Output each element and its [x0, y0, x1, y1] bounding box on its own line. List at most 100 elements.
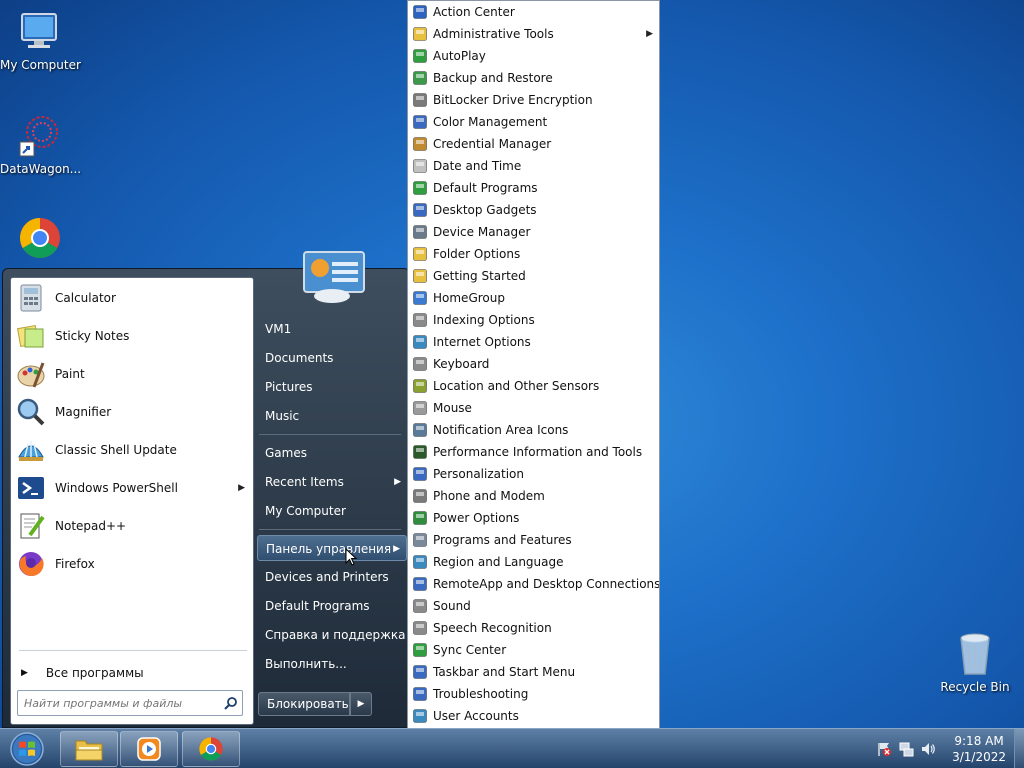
control-panel-item-label: Color Management — [433, 115, 548, 129]
clock-date: 3/1/2022 — [952, 750, 1006, 764]
clock[interactable]: 9:18 AM 3/1/2022 — [952, 733, 1006, 765]
start-link-recent-items[interactable]: Recent Items ▶ — [257, 469, 407, 495]
network-icon[interactable] — [898, 741, 914, 757]
start-link-label: Панель управления — [266, 542, 392, 556]
control-panel-item[interactable]: Desktop Gadgets — [408, 199, 659, 221]
show-desktop-button[interactable] — [1014, 729, 1024, 768]
all-programs-button[interactable]: ▶ Все программы — [21, 662, 247, 684]
taskbar-chrome-button[interactable] — [182, 731, 240, 767]
program-windows-powershell[interactable]: Windows PowerShell ▶ — [15, 470, 251, 506]
desktop-icon-recycle-bin[interactable]: Recycle Bin — [935, 630, 1015, 694]
program-classic-shell-update[interactable]: Classic Shell Update — [15, 432, 251, 468]
flag-icon — [413, 5, 427, 19]
control-panel-item[interactable]: Date and Time — [408, 155, 659, 177]
control-panel-item[interactable]: Notification Area Icons — [408, 419, 659, 441]
taskbar-icon — [413, 665, 427, 679]
start-button[interactable] — [4, 731, 50, 767]
start-link-help-support[interactable]: Справка и поддержка — [257, 622, 407, 648]
program-calculator[interactable]: Calculator — [15, 280, 251, 316]
program-sticky-notes[interactable]: Sticky Notes — [15, 318, 251, 354]
start-link-pictures[interactable]: Pictures — [257, 374, 407, 400]
troubleshooting-icon — [413, 687, 427, 701]
control-panel-item[interactable]: HomeGroup — [408, 287, 659, 309]
control-panel-item[interactable]: Action Center — [408, 1, 659, 23]
control-panel-item[interactable]: Speech Recognition — [408, 617, 659, 639]
user-picture[interactable] — [302, 250, 366, 306]
program-firefox[interactable]: Firefox — [15, 546, 251, 582]
control-panel-item[interactable]: RemoteApp and Desktop Connections — [408, 573, 659, 595]
control-panel-item[interactable]: Indexing Options — [408, 309, 659, 331]
desktop-icon-my-computer[interactable]: My Computer — [0, 8, 81, 72]
program-label: Magnifier — [55, 405, 112, 419]
control-panel-item[interactable]: Default Programs — [408, 177, 659, 199]
control-panel-item[interactable]: Troubleshooting — [408, 683, 659, 705]
clock-time: 9:18 AM — [954, 734, 1004, 748]
control-panel-item[interactable]: Taskbar and Start Menu — [408, 661, 659, 683]
control-panel-item[interactable]: Backup and Restore — [408, 67, 659, 89]
control-panel-item[interactable]: Administrative Tools ▶ — [408, 23, 659, 45]
clock-icon — [413, 159, 427, 173]
start-link-default-programs[interactable]: Default Programs — [257, 593, 407, 619]
control-panel-item[interactable]: Color Management — [408, 111, 659, 133]
control-panel-item[interactable]: Performance Information and Tools — [408, 441, 659, 463]
program-label: Calculator — [55, 291, 116, 305]
control-panel-item-label: Speech Recognition — [433, 621, 552, 635]
start-link-devices-printers[interactable]: Devices and Printers — [257, 564, 407, 590]
start-link-run[interactable]: Выполнить... — [257, 651, 407, 677]
gadgets-icon — [413, 203, 427, 217]
program-paint[interactable]: Paint — [15, 356, 251, 392]
volume-icon[interactable] — [920, 741, 936, 757]
lock-button[interactable]: Блокировать — [258, 692, 350, 716]
system-tray: 9:18 AM 3/1/2022 — [876, 729, 1016, 768]
all-programs-label: Все программы — [45, 666, 144, 680]
control-panel-item[interactable]: Folder Options — [408, 243, 659, 265]
control-panel-item[interactable]: Sound — [408, 595, 659, 617]
control-panel-item[interactable]: Personalization — [408, 463, 659, 485]
start-link-my-computer[interactable]: My Computer — [257, 498, 407, 524]
sticky-notes-icon — [16, 324, 44, 348]
start-link-control-panel[interactable]: Панель управления ▶ — [257, 535, 407, 561]
program-notepadpp[interactable]: Notepad++ — [15, 508, 251, 544]
search-input[interactable] — [18, 692, 220, 714]
program-magnifier[interactable]: Magnifier — [15, 394, 251, 430]
control-panel-item[interactable]: Power Options — [408, 507, 659, 529]
calculator-icon — [20, 284, 42, 312]
program-label: Notepad++ — [55, 519, 127, 533]
control-panel-item[interactable]: BitLocker Drive Encryption — [408, 89, 659, 111]
control-panel-item[interactable]: Credential Manager — [408, 133, 659, 155]
control-panel-item[interactable]: Sync Center — [408, 639, 659, 661]
control-panel-item-label: Sound — [433, 599, 471, 613]
start-link-documents[interactable]: Documents — [257, 345, 407, 371]
control-panel-item[interactable]: Getting Started — [408, 265, 659, 287]
taskbar-explorer-button[interactable] — [60, 731, 118, 767]
start-link-label: Games — [265, 446, 307, 460]
control-panel-item[interactable]: Internet Options — [408, 331, 659, 353]
control-panel-item-label: Troubleshooting — [433, 687, 529, 701]
programs-features-icon — [413, 533, 427, 547]
control-panel-item-label: AutoPlay — [433, 49, 486, 63]
control-panel-item[interactable]: Device Manager — [408, 221, 659, 243]
control-panel-item[interactable]: Programs and Features — [408, 529, 659, 551]
control-panel-item[interactable]: Region and Language — [408, 551, 659, 573]
mouse-cursor-icon — [345, 548, 357, 566]
start-link-music[interactable]: Music — [257, 403, 407, 429]
control-panel-item[interactable]: Phone and Modem — [408, 485, 659, 507]
start-link-label: Pictures — [265, 380, 313, 394]
control-panel-item[interactable]: Mouse — [408, 397, 659, 419]
search-icon[interactable] — [220, 696, 242, 710]
start-link-vm1[interactable]: VM1 — [257, 316, 407, 342]
desktop-icon-chrome[interactable] — [0, 214, 80, 264]
taskbar-media-player-button[interactable] — [120, 731, 178, 767]
desktop-icon-label: DataWagon... — [0, 162, 82, 176]
desktop-icon-datawagon[interactable]: DataWagon... — [0, 112, 82, 176]
control-panel-item[interactable]: Keyboard — [408, 353, 659, 375]
control-panel-item[interactable]: Location and Other Sensors — [408, 375, 659, 397]
action-center-flag-icon[interactable] — [876, 741, 892, 757]
program-label: Sticky Notes — [55, 329, 130, 343]
homegroup-icon — [413, 291, 427, 305]
separator — [19, 650, 247, 651]
start-link-games[interactable]: Games — [257, 440, 407, 466]
shutdown-options-arrow-icon[interactable]: ▶ — [350, 692, 372, 716]
control-panel-item[interactable]: AutoPlay — [408, 45, 659, 67]
control-panel-item[interactable]: User Accounts — [408, 705, 659, 727]
